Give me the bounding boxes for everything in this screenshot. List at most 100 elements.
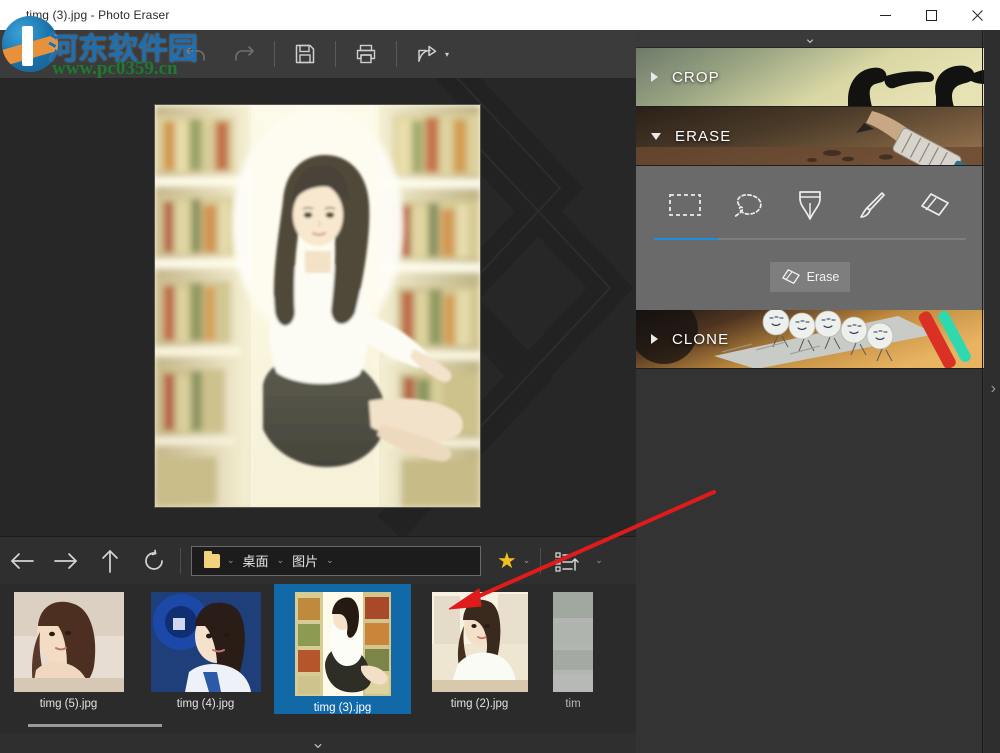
panel-expand-chevron-right-icon[interactable]: ›: [991, 380, 996, 398]
folder-icon: [204, 554, 220, 568]
maximize-button[interactable]: [908, 0, 954, 30]
photo-eraser-window: timg (3).jpg - Photo Eraser: [0, 0, 1000, 753]
eraser-icon: [781, 268, 801, 286]
thumbnail-item[interactable]: tim: [548, 584, 598, 714]
refresh-button[interactable]: [132, 537, 176, 585]
lasso-select-icon: [731, 191, 765, 219]
thumbnail-filename: timg (3).jpg: [314, 702, 372, 714]
sort-button[interactable]: [545, 537, 589, 585]
clone-section-title: CLONE: [672, 331, 729, 348]
thumbnail-item[interactable]: timg (2).jpg: [411, 584, 548, 714]
close-button[interactable]: [954, 0, 1000, 30]
erase-collapse-triangle-icon: [651, 133, 661, 140]
rect-marquee-tool[interactable]: [657, 182, 713, 228]
thumbnail-filename: timg (2).jpg: [451, 698, 509, 710]
polygon-pen-tool[interactable]: [782, 182, 838, 228]
window-title: timg (3).jpg - Photo Eraser: [26, 8, 169, 22]
thumbnail-image: [432, 592, 528, 692]
share-button[interactable]: [403, 30, 451, 78]
thumbnail-item[interactable]: timg (4).jpg: [137, 584, 274, 714]
breadcrumb[interactable]: ⌄ 桌面 ⌄ 图片 ⌄: [191, 546, 481, 576]
lasso-tool[interactable]: [720, 182, 776, 228]
thumbnail-image: [151, 592, 261, 692]
image-canvas[interactable]: [0, 78, 636, 536]
save-button[interactable]: [281, 30, 329, 78]
favorites-star-icon[interactable]: ★: [497, 550, 517, 572]
refresh-icon: [142, 549, 166, 573]
thumbnail-filename: timg (4).jpg: [177, 698, 235, 710]
minimize-button[interactable]: [862, 0, 908, 30]
arrow-right-icon: [53, 550, 79, 572]
window-controls: [862, 0, 1000, 30]
toolbar-divider: [335, 41, 336, 67]
erase-section-title: ERASE: [675, 128, 731, 145]
clone-expand-triangle-icon: [651, 334, 658, 344]
thumbnail-filename: timg (5).jpg: [40, 698, 98, 710]
redo-button[interactable]: [220, 30, 268, 78]
breadcrumb-item-desktop[interactable]: 桌面: [238, 551, 274, 570]
thumbnail-horizontal-scrollbar[interactable]: [0, 720, 636, 733]
brush-tool[interactable]: [844, 182, 900, 228]
nav-divider: [540, 548, 541, 574]
crop-expand-triangle-icon: [651, 72, 658, 82]
file-navigation-bar: ⌄ 桌面 ⌄ 图片 ⌄ ★ ⌄ ⌄: [0, 536, 636, 584]
arrow-left-icon: [9, 550, 35, 572]
erase-tool-row: [636, 182, 984, 228]
undo-icon: [183, 41, 209, 67]
thumbnail-image: [14, 592, 124, 692]
section-header-erase[interactable]: ERASE: [636, 107, 984, 166]
main-photo-image: [155, 105, 480, 507]
toolbar-divider: [396, 41, 397, 67]
undo-button[interactable]: [172, 30, 220, 78]
minimize-icon: [880, 10, 891, 21]
up-button[interactable]: [88, 537, 132, 585]
eraser-tool[interactable]: [907, 182, 963, 228]
panel-divider: [982, 30, 983, 753]
main-toolbar: ▾: [0, 30, 636, 78]
thumbnail-image: [295, 592, 391, 696]
breadcrumb-separator[interactable]: ⌄: [224, 555, 238, 566]
favorites-dropdown-caret[interactable]: ⌄: [517, 555, 537, 566]
redo-icon: [231, 41, 257, 67]
thumbnail-scrollbar-thumb[interactable]: [28, 724, 162, 727]
erase-section-body: Erase: [636, 166, 984, 310]
thumbnail-strip[interactable]: timg (5).jpg timg (4).jpg: [0, 584, 636, 720]
rectangular-select-icon: [668, 192, 702, 218]
toolbar-divider: [274, 41, 275, 67]
sort-dropdown-caret[interactable]: ⌄: [589, 555, 609, 566]
thumbnail-item-selected[interactable]: timg (3).jpg: [274, 584, 411, 714]
main-photo[interactable]: [155, 105, 480, 507]
erase-button-label: Erase: [807, 270, 840, 284]
breadcrumb-separator[interactable]: ⌄: [274, 555, 288, 566]
crop-section-title: CROP: [672, 69, 720, 86]
thumbnail-filename: tim: [565, 698, 580, 710]
nav-divider: [180, 548, 181, 574]
eraser-icon: [919, 191, 951, 219]
active-tool-indicator: [654, 238, 718, 240]
print-button[interactable]: [342, 30, 390, 78]
sort-ascending-icon: [554, 549, 580, 573]
back-button[interactable]: [0, 537, 44, 585]
forward-button[interactable]: [44, 537, 88, 585]
pen-nib-icon: [796, 189, 824, 221]
title-bar: timg (3).jpg - Photo Eraser: [0, 0, 1000, 30]
thumbnail-image: [553, 592, 593, 692]
thumbnail-item[interactable]: timg (5).jpg: [0, 584, 137, 714]
panel-scroll-up-button[interactable]: ⌄: [636, 30, 984, 48]
section-header-crop[interactable]: CROP: [636, 48, 984, 107]
share-icon: [415, 42, 439, 66]
share-dropdown-caret[interactable]: ▾: [445, 50, 449, 59]
collapse-chevron-down-icon[interactable]: ⌄: [311, 739, 325, 748]
panel-empty-area: [636, 369, 984, 727]
maximize-icon: [926, 10, 937, 21]
arrow-up-icon: [99, 548, 121, 574]
tools-panel: ⌄: [636, 30, 984, 753]
breadcrumb-separator[interactable]: ⌄: [323, 555, 337, 566]
section-header-clone[interactable]: CLONE: [636, 310, 984, 369]
erase-action-button[interactable]: Erase: [770, 262, 850, 292]
close-icon: [972, 10, 983, 21]
breadcrumb-item-pictures[interactable]: 图片: [287, 551, 323, 570]
active-tool-underline: [654, 238, 966, 240]
brush-icon: [857, 190, 887, 220]
bottom-collapse-bar[interactable]: ⌄: [0, 733, 636, 753]
